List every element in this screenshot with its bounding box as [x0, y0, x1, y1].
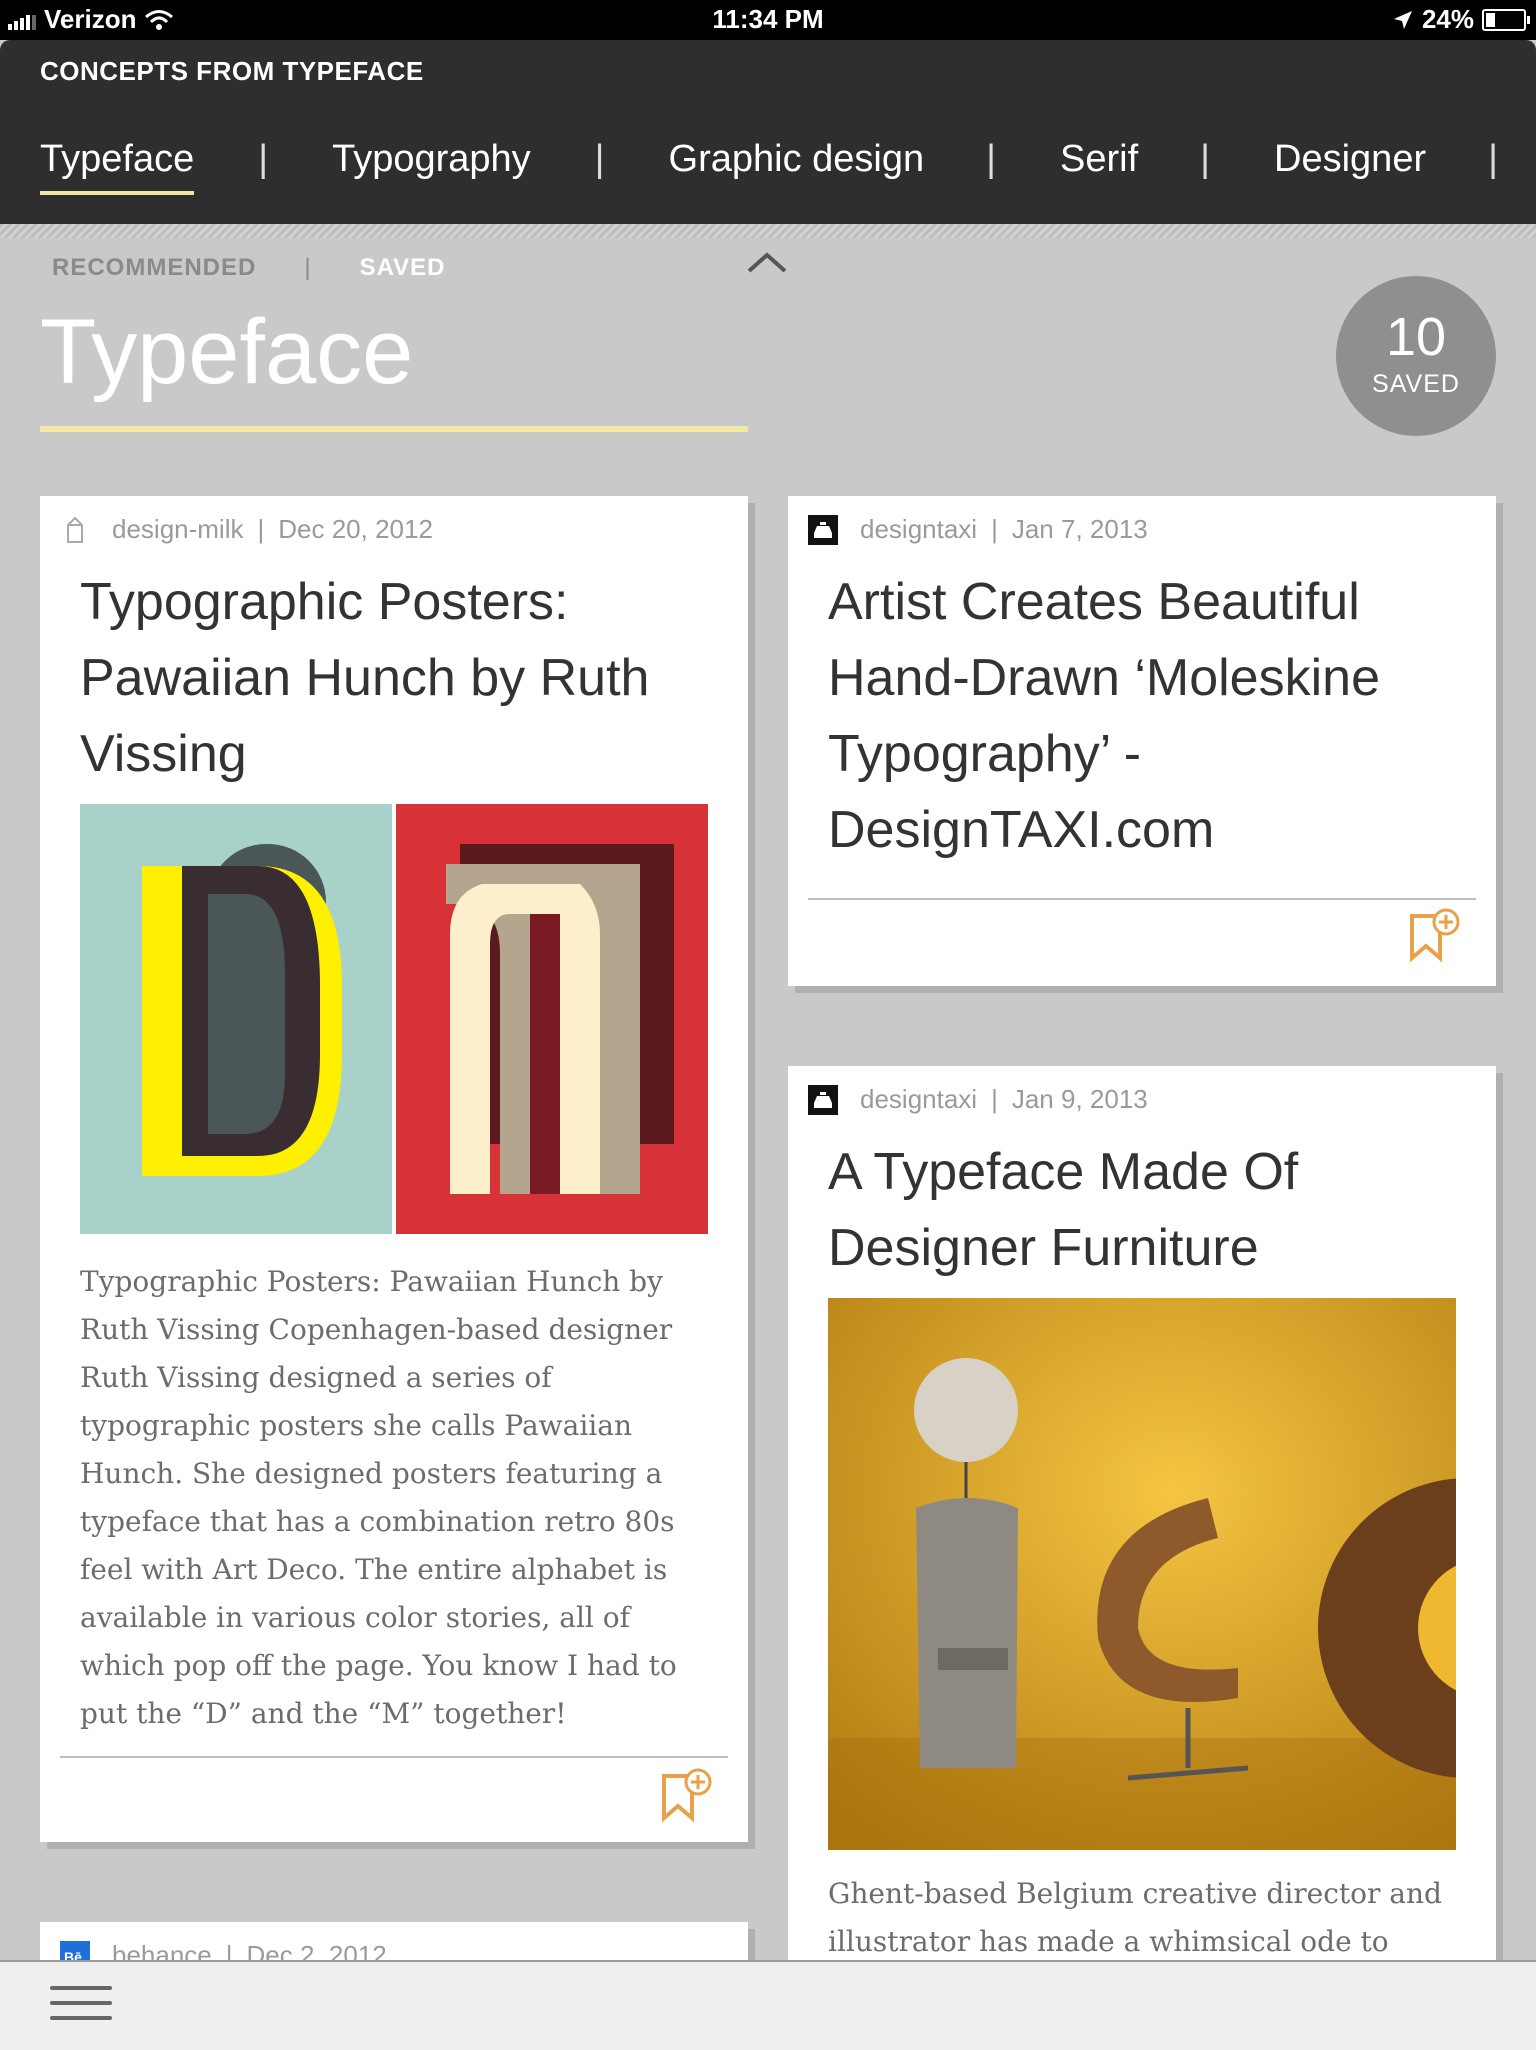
saved-count-badge[interactable]: 10 SAVED: [1336, 276, 1496, 436]
article-title[interactable]: A Typeface Made Of Designer Furniture: [828, 1134, 1468, 1286]
article-title[interactable]: Artist Creates Beautiful Hand-Drawn ‘Mol…: [828, 564, 1468, 868]
taxi-icon: [808, 514, 838, 545]
subtabs: RECOMMENDED | SAVED: [52, 254, 445, 282]
article-date: Dec 20, 2012: [278, 514, 433, 544]
milk-carton-icon: [67, 516, 83, 543]
battery-percent: 24%: [1421, 4, 1474, 34]
bottom-toolbar: [0, 1960, 1536, 2050]
article-description: Typographic Posters: Pawaiian Hunch by R…: [80, 1265, 677, 1730]
article-meta: designtaxi | Jan 9, 2013: [808, 1084, 1148, 1115]
article-meta: design-milk | Dec 20, 2012: [60, 514, 433, 545]
tab-separator: |: [986, 138, 997, 180]
article-meta: designtaxi | Jan 7, 2013: [808, 514, 1148, 545]
app-header: CONCEPTS FROM TYPEFACE Typeface | Typogr…: [0, 40, 1536, 224]
saved-count: 10: [1385, 307, 1447, 367]
article-card[interactable]: designtaxi | Jan 9, 2013 A Typeface Made…: [788, 1066, 1496, 1966]
article-title[interactable]: Typographic Posters: Pawaiian Hunch by R…: [80, 564, 720, 792]
meta-separator: |: [991, 514, 998, 544]
section-title: Typeface: [40, 301, 414, 403]
article-source[interactable]: designtaxi: [860, 514, 977, 545]
article-card[interactable]: design-milk | Dec 20, 2012 Typographic P…: [40, 496, 748, 1842]
bookmark-add-icon[interactable]: [658, 1766, 714, 1824]
tab-graphic-design[interactable]: Graphic design: [669, 138, 925, 195]
topic-tabs: Typeface | Typography | Graphic design |…: [40, 138, 1498, 195]
tab-serif[interactable]: Serif: [1060, 138, 1138, 195]
tab-separator: |: [258, 138, 269, 180]
tab-separator: |: [594, 138, 605, 180]
article-image[interactable]: [828, 1298, 1456, 1850]
saved-label: SAVED: [1372, 370, 1460, 398]
taxi-icon: [808, 1084, 838, 1115]
clock: 11:34 PM: [712, 4, 824, 34]
subtab-saved[interactable]: SAVED: [360, 254, 446, 282]
location-arrow-icon: [1393, 10, 1412, 29]
article-source[interactable]: designtaxi: [860, 1084, 977, 1115]
article-description: Ghent-based Belgium creative director an…: [828, 1877, 1442, 1958]
article-image[interactable]: [80, 804, 708, 1234]
title-underline: [40, 426, 748, 432]
article-source[interactable]: design-milk: [112, 514, 244, 545]
app-title: CONCEPTS FROM TYPEFACE: [40, 56, 424, 86]
tab-designer[interactable]: Designer: [1274, 138, 1426, 195]
status-bar: Verizon 11:34 PM 24%: [0, 0, 1536, 40]
subtab-separator: |: [304, 254, 312, 281]
tab-separator: |: [1200, 138, 1211, 180]
meta-separator: |: [257, 514, 265, 544]
article-card[interactable]: designtaxi | Jan 7, 2013 Artist Creates …: [788, 496, 1496, 986]
tab-typography[interactable]: Typography: [332, 138, 531, 195]
bookmark-add-icon[interactable]: [1406, 906, 1462, 964]
tab-typeface[interactable]: Typeface: [40, 138, 195, 195]
tab-separator: |: [1488, 138, 1498, 180]
battery-icon: [1482, 8, 1530, 31]
subtab-recommended[interactable]: RECOMMENDED: [52, 254, 256, 282]
chevron-up-icon[interactable]: [746, 250, 788, 274]
card-divider: [808, 898, 1476, 900]
meta-separator: |: [991, 1084, 998, 1114]
article-date: Jan 7, 2013: [1011, 514, 1148, 544]
hamburger-menu-icon[interactable]: [50, 1986, 112, 2030]
card-divider: [60, 1756, 728, 1758]
article-date: Jan 9, 2013: [1011, 1084, 1148, 1114]
header-shadow: [0, 224, 1536, 238]
